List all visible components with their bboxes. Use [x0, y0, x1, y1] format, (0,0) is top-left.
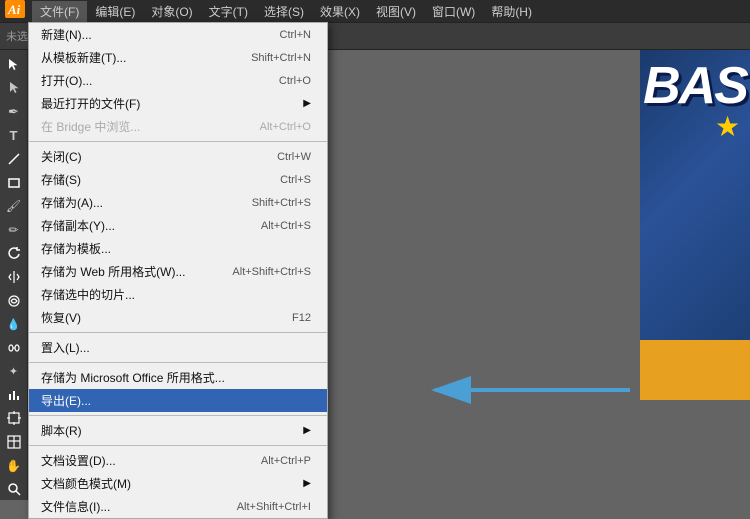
artwork-preview: BAS ★	[640, 50, 750, 400]
tool-artboard[interactable]	[3, 408, 25, 430]
tool-blend[interactable]	[3, 337, 25, 359]
menu-item-doc-color[interactable]: 文档颜色模式(M) ▶	[29, 472, 327, 495]
menu-item-save-slices[interactable]: 存储选中的切片...	[29, 283, 327, 306]
separator-1	[29, 141, 327, 142]
menu-item-bridge: 在 Bridge 中浏览... Alt+Ctrl+O	[29, 115, 327, 138]
menu-object[interactable]: 对象(O)	[143, 1, 200, 22]
tool-pen[interactable]: ✒	[3, 101, 25, 123]
tool-hand[interactable]: ✋	[3, 455, 25, 477]
separator-4	[29, 415, 327, 416]
tool-symbol[interactable]: ✦	[3, 361, 25, 383]
menu-item-recent[interactable]: 最近打开的文件(F) ▶	[29, 92, 327, 115]
menu-window[interactable]: 窗口(W)	[424, 1, 483, 22]
tool-paintbrush[interactable]: 🖌	[3, 195, 25, 217]
menu-item-export[interactable]: 导出(E)...	[29, 389, 327, 412]
tool-selection[interactable]	[3, 54, 25, 76]
tool-rectangle[interactable]	[3, 172, 25, 194]
menu-select[interactable]: 选择(S)	[256, 1, 312, 22]
artwork-text: BAS	[643, 60, 747, 112]
tool-rotate[interactable]	[3, 243, 25, 265]
separator-3	[29, 362, 327, 363]
tool-zoom[interactable]	[3, 478, 25, 500]
menu-item-open[interactable]: 打开(O)... Ctrl+O	[29, 69, 327, 92]
app-logo: Ai	[4, 0, 26, 23]
menu-item-new[interactable]: 新建(N)... Ctrl+N	[29, 23, 327, 46]
artwork-star: ★	[715, 110, 745, 140]
menu-item-save-office[interactable]: 存储为 Microsoft Office 所用格式...	[29, 366, 327, 389]
svg-text:Ai: Ai	[7, 2, 21, 17]
menu-help[interactable]: 帮助(H)	[483, 1, 540, 22]
menu-item-revert[interactable]: 恢复(V) F12	[29, 306, 327, 329]
menu-item-doc-setup[interactable]: 文档设置(D)... Alt+Ctrl+P	[29, 449, 327, 472]
tool-warp[interactable]	[3, 290, 25, 312]
separator-2	[29, 332, 327, 333]
separator-5	[29, 445, 327, 446]
menu-item-place[interactable]: 置入(L)...	[29, 336, 327, 359]
menu-item-scripts[interactable]: 脚本(R) ▶	[29, 419, 327, 442]
tool-pencil[interactable]: ✏	[3, 219, 25, 241]
tool-line[interactable]	[3, 148, 25, 170]
menu-item-save-as[interactable]: 存储为(A)... Shift+Ctrl+S	[29, 191, 327, 214]
menu-item-save-web[interactable]: 存储为 Web 所用格式(W)... Alt+Shift+Ctrl+S	[29, 260, 327, 283]
file-menu-dropdown: 新建(N)... Ctrl+N 从模板新建(T)... Shift+Ctrl+N…	[28, 22, 328, 519]
menu-view[interactable]: 视图(V)	[368, 1, 424, 22]
tool-slice[interactable]	[3, 431, 25, 453]
file-menu-panel: 新建(N)... Ctrl+N 从模板新建(T)... Shift+Ctrl+N…	[28, 22, 328, 519]
menu-type[interactable]: 文字(T)	[201, 1, 256, 22]
menubar: Ai 文件(F) 编辑(E) 对象(O) 文字(T) 选择(S) 效果(X) 视…	[0, 0, 750, 22]
menu-item-save-template[interactable]: 存储为模板...	[29, 237, 327, 260]
menu-item-file-info[interactable]: 文件信息(I)... Alt+Shift+Ctrl+I	[29, 495, 327, 518]
tool-direct-selection[interactable]	[3, 78, 25, 100]
menu-item-save-copy[interactable]: 存储副本(Y)... Alt+Ctrl+S	[29, 214, 327, 237]
menu-item-close[interactable]: 关闭(C) Ctrl+W	[29, 145, 327, 168]
tools-panel: ✒ T 🖌 ✏ 💧 ✦ ✋	[0, 50, 28, 500]
tool-eyedropper[interactable]: 💧	[3, 313, 25, 335]
tool-mirror[interactable]	[3, 266, 25, 288]
artwork-bottom-bar	[640, 340, 750, 400]
menu-effect[interactable]: 效果(X)	[312, 1, 368, 22]
menu-edit[interactable]: 编辑(E)	[87, 1, 143, 22]
tool-graph[interactable]	[3, 384, 25, 406]
tool-type[interactable]: T	[3, 125, 25, 147]
menu-file[interactable]: 文件(F)	[32, 1, 87, 22]
menu-item-save[interactable]: 存储(S) Ctrl+S	[29, 168, 327, 191]
menu-item-new-template[interactable]: 从模板新建(T)... Shift+Ctrl+N	[29, 46, 327, 69]
